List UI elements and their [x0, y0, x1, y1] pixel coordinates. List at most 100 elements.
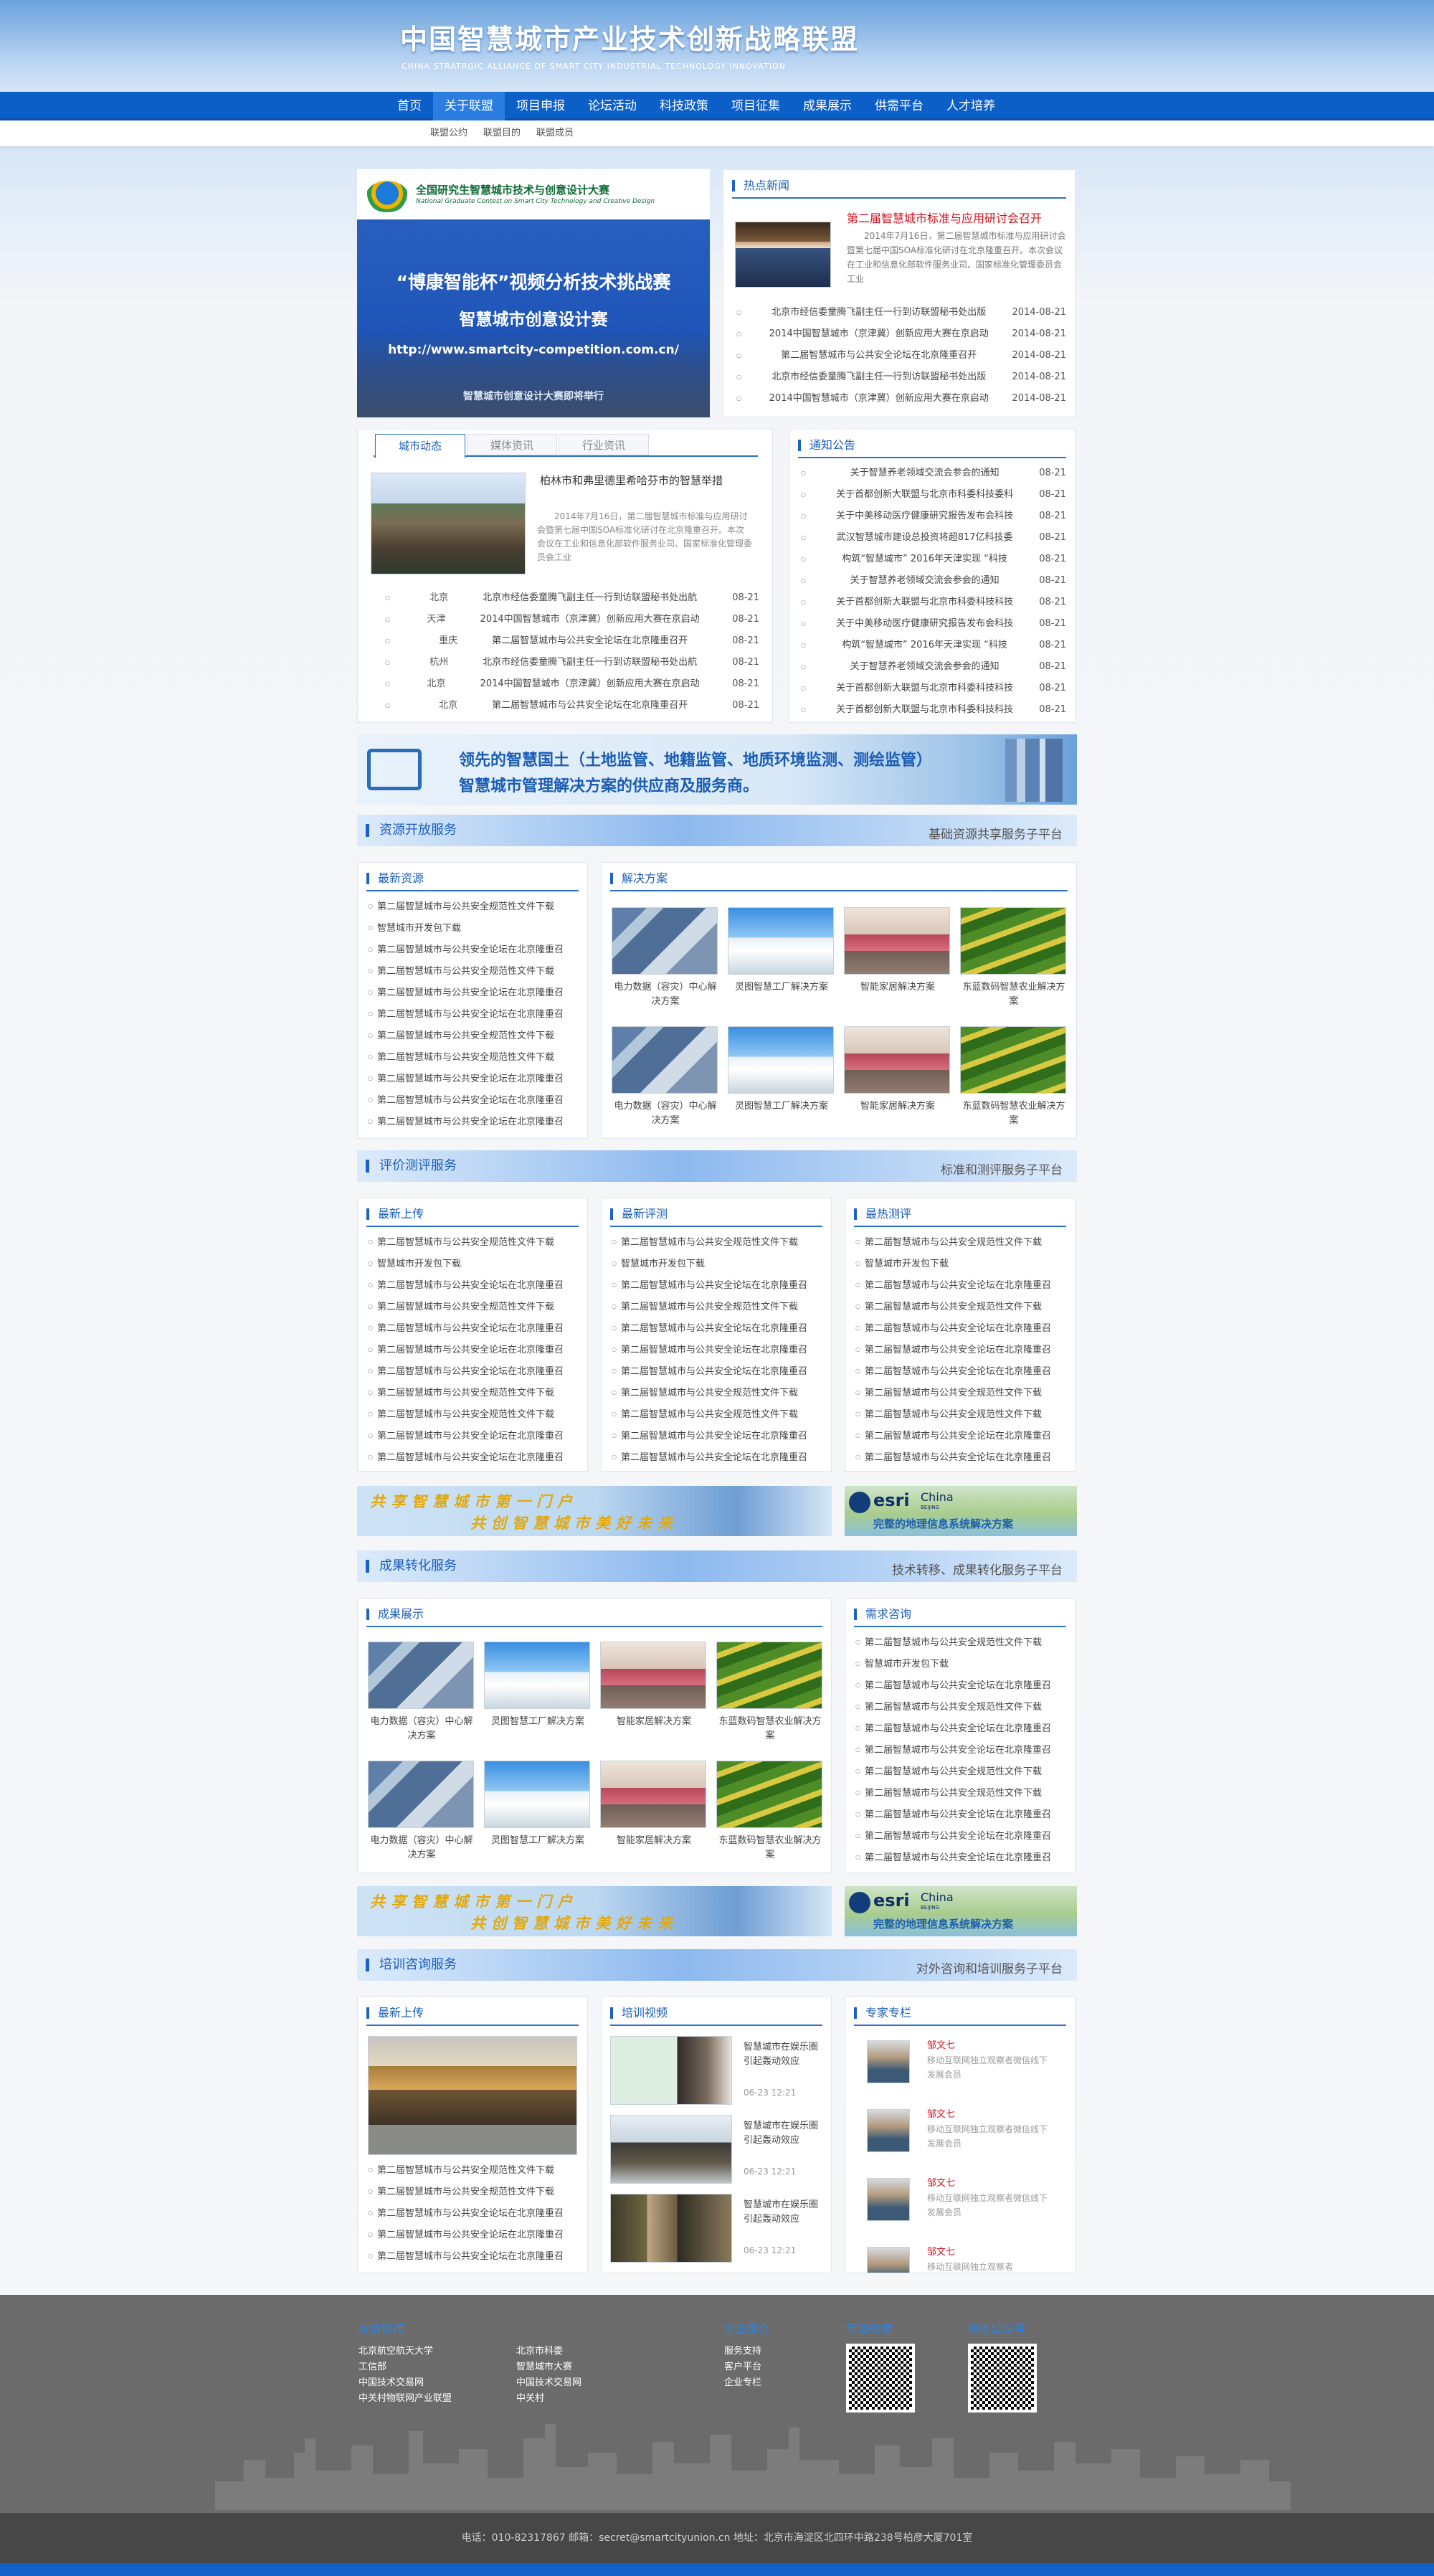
- city-news-item[interactable]: 天津2014中国智慧城市（京津冀）创新应用大赛在京启动08-21: [385, 609, 759, 630]
- eval-item[interactable]: 智慧城市开发包下载: [855, 1253, 1068, 1274]
- result-item[interactable]: 灵图智慧工厂解决方案: [484, 1761, 592, 1848]
- nav-item-active[interactable]: 关于联盟: [433, 92, 505, 120]
- notice-item[interactable]: 关于中美移动医疗健康研究报告发布会科技08-21: [801, 506, 1066, 527]
- notice-item[interactable]: 关于首都创新大联盟与北京市科委科技委科08-21: [801, 484, 1066, 506]
- ad-banner-land[interactable]: 领先的智慧国土（土地监管、地籍监管、地质环境监测、测绘监管） 智慧城市管理解决方…: [357, 734, 1077, 805]
- eval-item[interactable]: 第二届智慧城市与公共安全规范性文件下载: [368, 1296, 580, 1317]
- eval-item[interactable]: 第二届智慧城市与公共安全论坛在北京隆重召: [855, 1446, 1068, 1468]
- footer-link[interactable]: 智慧城市大赛: [516, 2359, 645, 2375]
- result-item[interactable]: 智能家居解决方案: [600, 1761, 708, 1848]
- solution-item[interactable]: 电力数据（容灾）中心解决方案: [612, 907, 719, 1009]
- hot-news-item[interactable]: 2014中国智慧城市（京津冀）创新应用大赛在京启动2014-08-21: [736, 388, 1066, 409]
- expert-item[interactable]: 邹文七 移动互联网独立观察者微信线下发展会员: [867, 2106, 1068, 2171]
- eval-item[interactable]: 第二届智慧城市与公共安全规范性文件下载: [855, 1296, 1068, 1317]
- eval-item[interactable]: 第二届智慧城市与公共安全论坛在北京隆重召: [368, 1274, 580, 1296]
- tab-industry[interactable]: 行业资讯: [559, 434, 649, 455]
- result-item[interactable]: 灵图智慧工厂解决方案: [484, 1642, 592, 1729]
- training-item[interactable]: 第二届智慧城市与公共安全规范性文件下载: [368, 2159, 580, 2181]
- result-item[interactable]: 东蓝数码智慧农业解决方案: [716, 1761, 824, 1862]
- result-item[interactable]: 电力数据（容灾）中心解决方案: [368, 1761, 475, 1862]
- video-item[interactable]: 智慧城市在娱乐圈引起轰动效应 06-23 12:21: [610, 2036, 825, 2111]
- eval-item[interactable]: 第二届智慧城市与公共安全论坛在北京隆重召: [612, 1360, 824, 1382]
- eval-item[interactable]: 第二届智慧城市与公共安全论坛在北京隆重召: [612, 1339, 824, 1360]
- competition-banner[interactable]: 全国研究生智慧城市技术与创意设计大赛 National Graduate Con…: [357, 169, 710, 417]
- footer-link[interactable]: 中国技术交易网: [358, 2375, 516, 2391]
- resource-item[interactable]: 第二届智慧城市与公共安全论坛在北京隆重召: [368, 939, 580, 960]
- city-news-item[interactable]: 北京北京市经信委童腾飞副主任一行到访联盟秘书处出航08-21: [385, 587, 759, 609]
- nav-item[interactable]: 论坛活动: [576, 92, 648, 120]
- training-item[interactable]: 第二届智慧城市与公共安全规范性文件下载: [368, 2181, 580, 2202]
- city-news-item[interactable]: 杭州北京市经信委童腾飞副主任一行到访联盟秘书处出航08-21: [385, 652, 759, 673]
- eval-item[interactable]: 智慧城市开发包下载: [612, 1253, 824, 1274]
- eval-item[interactable]: 第二届智慧城市与公共安全论坛在北京隆重召: [368, 1360, 580, 1382]
- tab-city[interactable]: 城市动态: [375, 434, 465, 458]
- training-image[interactable]: [368, 2036, 577, 2155]
- demand-item[interactable]: 第二届智慧城市与公共安全论坛在北京隆重召: [855, 1739, 1068, 1761]
- notice-item[interactable]: 构筑“智慧城市” 2016年天津实现 “科技08-21: [801, 549, 1066, 570]
- footer-link[interactable]: 中关村: [516, 2391, 645, 2407]
- result-item[interactable]: 智能家居解决方案: [600, 1642, 708, 1729]
- eval-item[interactable]: 第二届智慧城市与公共安全规范性文件下载: [612, 1403, 824, 1425]
- expert-item[interactable]: 邹文七 移动互联网独立观察者微信线下发展会员: [867, 2175, 1068, 2240]
- footer-link[interactable]: 中关村物联网产业联盟: [358, 2391, 516, 2407]
- tab-media[interactable]: 媒体资讯: [467, 434, 557, 455]
- eval-item[interactable]: 第二届智慧城市与公共安全论坛在北京隆重召: [612, 1317, 824, 1339]
- training-item[interactable]: 第二届智慧城市与公共安全论坛在北京隆重召: [368, 2224, 580, 2245]
- eval-item[interactable]: 第二届智慧城市与公共安全论坛在北京隆重召: [855, 1317, 1068, 1339]
- eval-item[interactable]: 第二届智慧城市与公共安全论坛在北京隆重召: [368, 1446, 580, 1468]
- resource-item[interactable]: 第二届智慧城市与公共安全论坛在北京隆重召: [368, 1068, 580, 1089]
- ad-banner-portal[interactable]: 共享智慧城市第一门户 共创智慧城市美好未来: [357, 1486, 832, 1536]
- footer-link[interactable]: 企业专栏: [724, 2375, 770, 2391]
- nav-item[interactable]: 项目申报: [505, 92, 576, 120]
- resource-item[interactable]: 智慧城市开发包下载: [368, 917, 580, 939]
- notice-item[interactable]: 构筑“智慧城市” 2016年天津实现 “科技08-21: [801, 635, 1066, 656]
- resource-item[interactable]: 第二届智慧城市与公共安全论坛在北京隆重召: [368, 1111, 580, 1132]
- nav-item[interactable]: 成果展示: [792, 92, 863, 120]
- eval-item[interactable]: 第二届智慧城市与公共安全论坛在北京隆重召: [855, 1274, 1068, 1296]
- solution-item[interactable]: 智能家居解决方案: [844, 907, 951, 995]
- eval-item[interactable]: 第二届智慧城市与公共安全规范性文件下载: [855, 1382, 1068, 1403]
- demand-item[interactable]: 第二届智慧城市与公共安全规范性文件下载: [855, 1696, 1068, 1718]
- eval-item[interactable]: 第二届智慧城市与公共安全规范性文件下载: [612, 1231, 824, 1253]
- resource-item[interactable]: 第二届智慧城市与公共安全规范性文件下载: [368, 896, 580, 917]
- notice-item[interactable]: 武汉智慧城市建设总投资将超817亿科技委08-21: [801, 527, 1066, 549]
- eval-item[interactable]: 第二届智慧城市与公共安全规范性文件下载: [368, 1382, 580, 1403]
- eval-item[interactable]: 第二届智慧城市与公共安全规范性文件下载: [855, 1231, 1068, 1253]
- notice-item[interactable]: 关于中美移动医疗健康研究报告发布会科技08-21: [801, 613, 1066, 635]
- eval-item[interactable]: 第二届智慧城市与公共安全论坛在北京隆重召: [612, 1425, 824, 1446]
- hot-news-item[interactable]: 第二届智慧城市与公共安全论坛在北京隆重召开2014-08-21: [736, 345, 1066, 366]
- expert-item[interactable]: 邹文七 移动互联网独立观察者微信线下发展会员: [867, 2037, 1068, 2102]
- nav-item[interactable]: 科技政策: [648, 92, 720, 120]
- subnav-item[interactable]: 联盟公约: [430, 120, 467, 146]
- solution-item[interactable]: 智能家居解决方案: [844, 1026, 951, 1114]
- footer-link[interactable]: 服务支持: [724, 2344, 770, 2359]
- resource-item[interactable]: 第二届智慧城市与公共安全论坛在北京隆重召: [368, 1089, 580, 1111]
- city-news-headline[interactable]: 柏林市和弗里德里希哈芬市的智慧举措: [540, 473, 723, 488]
- result-item[interactable]: 东蓝数码智慧农业解决方案: [716, 1642, 824, 1743]
- eval-item[interactable]: 第二届智慧城市与公共安全规范性文件下载: [612, 1296, 824, 1317]
- eval-item[interactable]: 智慧城市开发包下载: [368, 1253, 580, 1274]
- eval-item[interactable]: 第二届智慧城市与公共安全论坛在北京隆重召: [855, 1425, 1068, 1446]
- demand-item[interactable]: 第二届智慧城市与公共安全论坛在北京隆重召: [855, 1718, 1068, 1739]
- eval-item[interactable]: 第二届智慧城市与公共安全论坛在北京隆重召: [368, 1339, 580, 1360]
- video-item[interactable]: 智慧城市在娱乐圈引起轰动效应 06-23 12:21: [610, 2115, 825, 2189]
- resource-item[interactable]: 第二届智慧城市与公共安全论坛在北京隆重召: [368, 982, 580, 1003]
- city-news-item[interactable]: 北京第二届智慧城市与公共安全论坛在北京隆重召开08-21: [385, 695, 759, 716]
- nav-item[interactable]: 人才培养: [935, 92, 1007, 120]
- notice-item[interactable]: 关于首都创新大联盟与北京市科委科技科技08-21: [801, 699, 1066, 721]
- eval-item[interactable]: 第二届智慧城市与公共安全论坛在北京隆重召: [368, 1317, 580, 1339]
- resource-item[interactable]: 第二届智慧城市与公共安全规范性文件下载: [368, 960, 580, 982]
- notice-item[interactable]: 关于首都创新大联盟与北京市科委科技科技08-21: [801, 678, 1066, 699]
- nav-item[interactable]: 项目征集: [720, 92, 792, 120]
- footer-link[interactable]: 北京市科委: [516, 2344, 645, 2359]
- result-item[interactable]: 电力数据（容灾）中心解决方案: [368, 1642, 475, 1743]
- footer-link[interactable]: 工信部: [358, 2359, 516, 2375]
- subnav-item[interactable]: 联盟成员: [536, 120, 574, 146]
- hot-news-headline[interactable]: 第二届智慧城市标准与应用研讨会召开: [847, 209, 1042, 226]
- nav-item[interactable]: 首页: [386, 92, 433, 120]
- demand-item[interactable]: 第二届智慧城市与公共安全论坛在北京隆重召: [855, 1804, 1068, 1825]
- solution-item[interactable]: 灵图智慧工厂解决方案: [728, 1026, 835, 1114]
- resource-item[interactable]: 第二届智慧城市与公共安全规范性文件下载: [368, 1025, 580, 1046]
- demand-item[interactable]: 第二届智慧城市与公共安全论坛在北京隆重召: [855, 1847, 1068, 1868]
- notice-item[interactable]: 关于智慧养老领域交流会参会的通知08-21: [801, 570, 1066, 592]
